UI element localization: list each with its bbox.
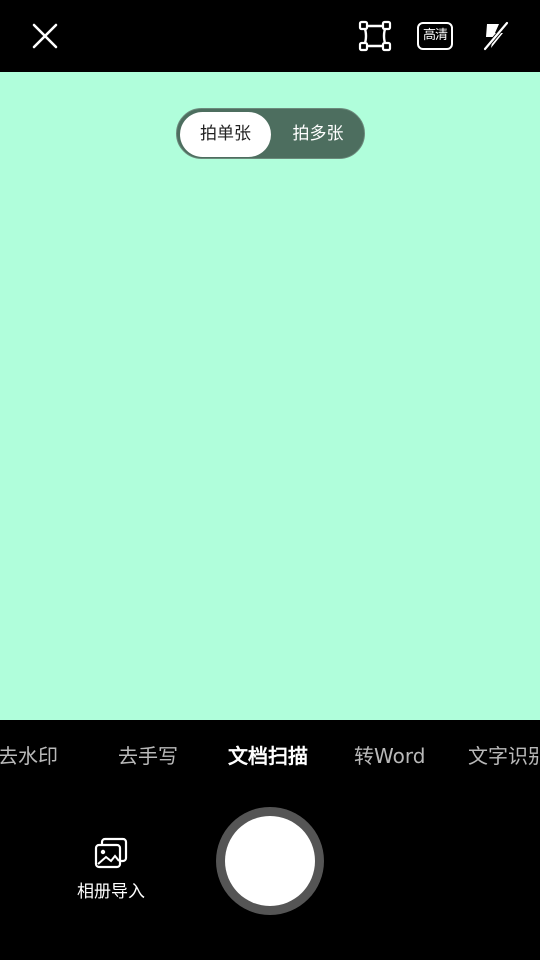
top-bar: 高清	[0, 0, 540, 72]
gallery-icon	[94, 837, 128, 869]
shutter-inner	[225, 816, 315, 906]
hd-badge: 高清	[417, 22, 453, 50]
shutter-button[interactable]	[216, 807, 324, 915]
tool-remove-watermark[interactable]: 去水印	[0, 742, 58, 770]
tool-selector: 去水印 去手写 文档扫描 转Word 文字识别	[0, 720, 540, 792]
close-button[interactable]	[25, 16, 65, 56]
hd-quality-button[interactable]: 高清	[415, 16, 455, 56]
flash-button[interactable]	[475, 16, 515, 56]
tool-text-recognition[interactable]: 文字识别	[468, 742, 540, 770]
camera-viewfinder[interactable]: 拍单张 拍多张	[0, 72, 540, 720]
bottom-controls: 去水印 去手写 文档扫描 转Word 文字识别 相册导入	[0, 720, 540, 960]
album-import-label: 相册导入	[77, 882, 145, 902]
tool-document-scan[interactable]: 文档扫描	[228, 742, 308, 770]
tool-convert-word[interactable]: 转Word	[354, 742, 425, 770]
crop-frame-icon	[358, 20, 392, 52]
camera-screen: 高清 拍单张 拍多张 去水印 去手写 文档扫描 转Word 文字识别 相册导入	[0, 0, 540, 960]
mode-single-button[interactable]: 拍单张	[180, 112, 271, 157]
mode-multi-button[interactable]: 拍多张	[273, 112, 363, 157]
flash-off-icon	[483, 21, 509, 51]
album-import-button[interactable]: 相册导入	[70, 837, 152, 902]
crop-frame-button[interactable]	[355, 16, 395, 56]
tool-remove-handwriting[interactable]: 去手写	[118, 742, 178, 770]
capture-mode-toggle: 拍单张 拍多张	[176, 108, 365, 159]
close-icon	[32, 23, 58, 49]
